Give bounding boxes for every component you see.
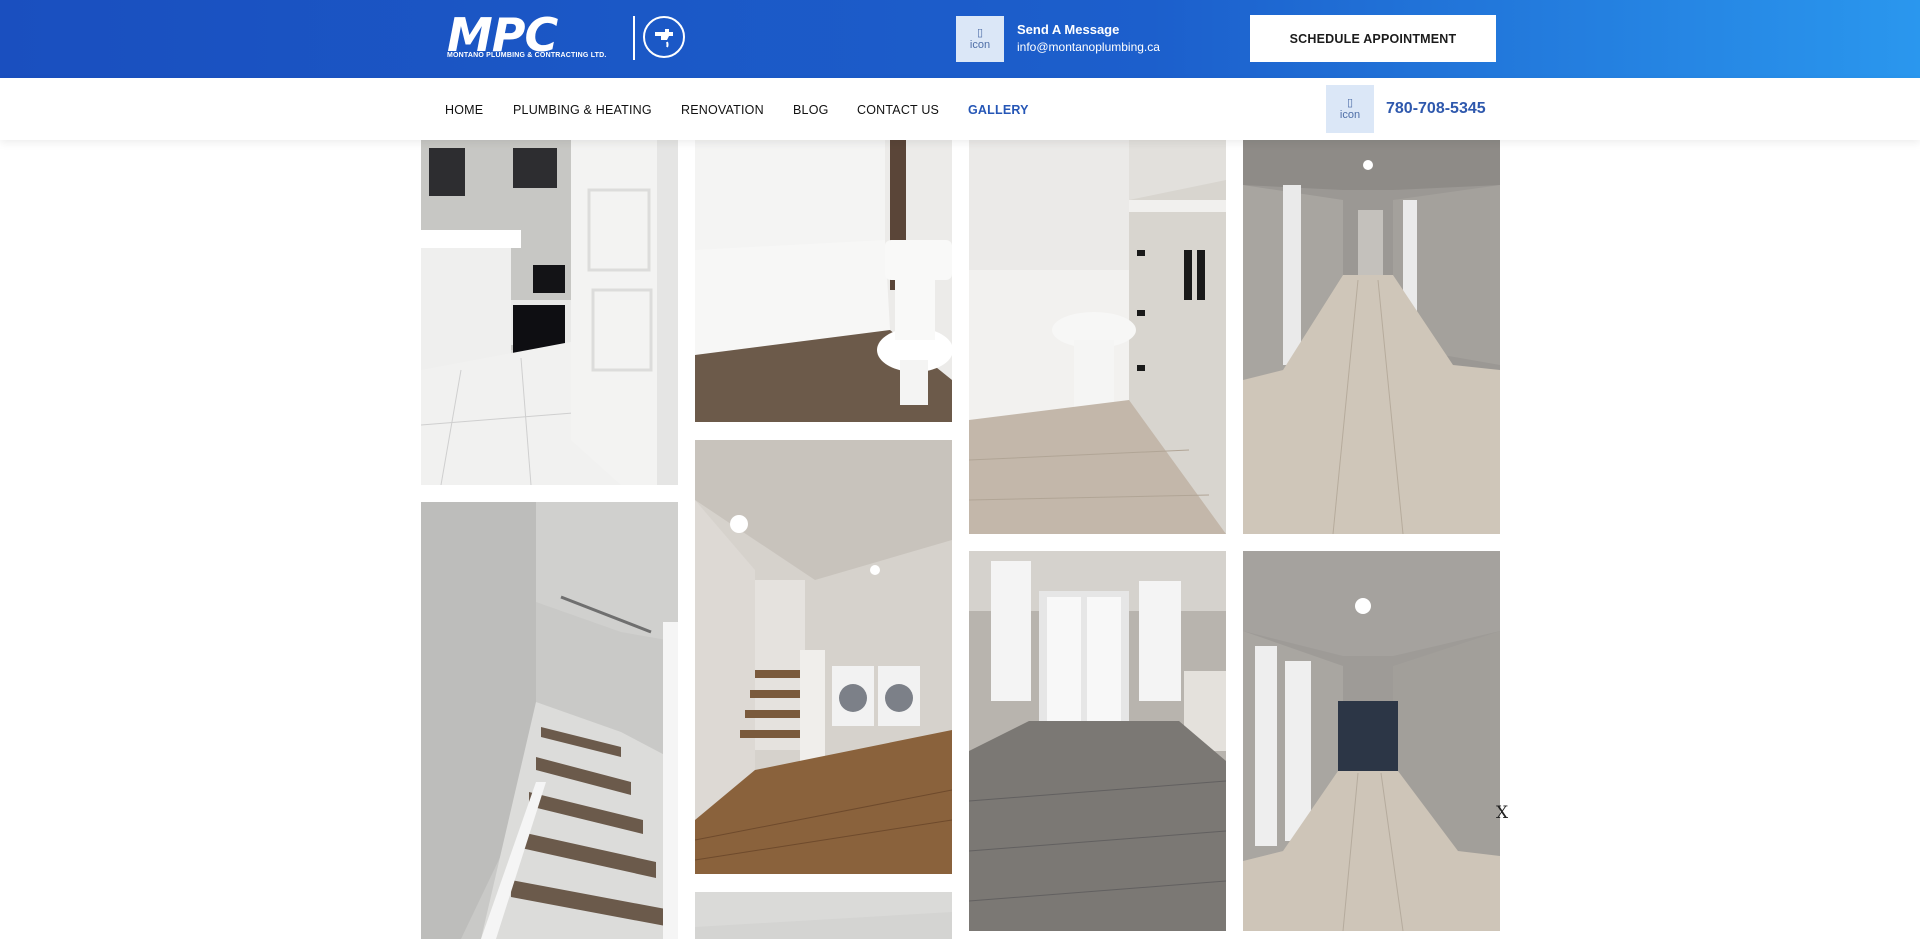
gallery-photo-hallway-accent-wall[interactable] — [1243, 551, 1500, 931]
nav-item-contact-us[interactable]: CONTACT US — [857, 103, 939, 117]
gallery-photo-staircase[interactable] — [421, 502, 678, 939]
nav-item-blog[interactable]: BLOG — [793, 103, 829, 117]
close-icon[interactable]: X — [1496, 803, 1508, 823]
phone-icon: ▯ icon — [1326, 85, 1374, 133]
logo-subtitle: MONTANO PLUMBING & CONTRACTING LTD. — [447, 52, 607, 59]
message-icon-alt: icon — [969, 39, 991, 51]
broken-image-icon: ▯ icon — [969, 27, 991, 51]
top-header: MPC MONTANO PLUMBING & CONTRACTING LTD. … — [0, 0, 1920, 78]
phone-icon-alt: icon — [1339, 109, 1361, 121]
gallery-photo-laundry-stairs[interactable] — [695, 440, 952, 874]
broken-image-icon: ▯ icon — [1339, 97, 1361, 121]
logo-divider — [633, 16, 635, 60]
send-message-title[interactable]: Send A Message — [1017, 22, 1119, 37]
logo-text: MPC — [447, 8, 558, 62]
gallery-photo-vanity-toilet[interactable] — [969, 140, 1226, 534]
faucet-icon — [643, 16, 685, 58]
email-link[interactable]: info@montanoplumbing.ca — [1017, 40, 1160, 54]
nav-item-renovation[interactable]: RENOVATION — [681, 103, 764, 117]
main-nav: HOME PLUMBING & HEATING RENOVATION BLOG … — [0, 78, 1920, 140]
nav-item-gallery[interactable]: GALLERY — [968, 103, 1029, 117]
schedule-appointment-button[interactable]: SCHEDULE APPOINTMENT — [1250, 15, 1496, 62]
phone-number[interactable]: 780-708-5345 — [1386, 100, 1486, 118]
gallery-photo-bathtub-toilet[interactable] — [695, 140, 952, 422]
nav-item-home[interactable]: HOME — [445, 103, 483, 117]
gallery-photo-hallway[interactable] — [1243, 140, 1500, 534]
gallery-photo-patio-door-room[interactable] — [969, 551, 1226, 931]
message-icon: ▯ icon — [956, 16, 1004, 62]
gallery-photo-bathroom-vanity[interactable] — [421, 140, 678, 485]
gallery-photo-partial[interactable] — [695, 892, 952, 939]
nav-item-plumbing-heating[interactable]: PLUMBING & HEATING — [513, 103, 652, 117]
